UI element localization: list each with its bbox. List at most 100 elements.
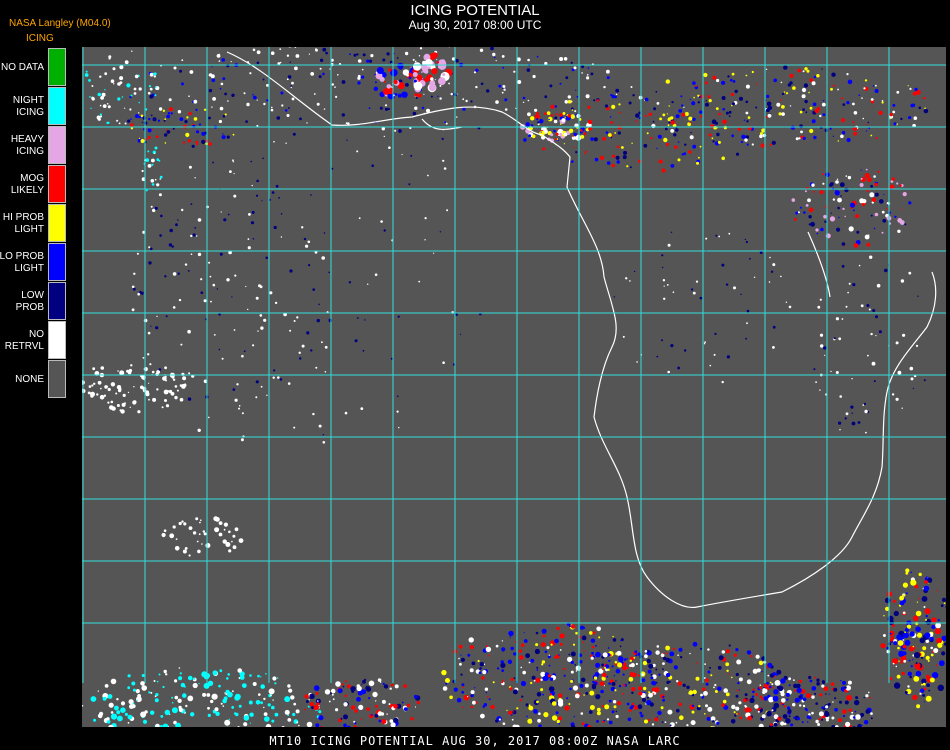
legend-item: MOG LIKELY [0,165,66,204]
icing-speck [130,364,133,367]
icing-speck [179,117,184,121]
icing-speck [100,366,105,370]
icing-speck [356,696,361,702]
icing-speck [565,76,569,80]
icing-speck [530,658,535,663]
icing-speck [878,330,882,334]
icing-speck [557,128,559,130]
icing-speck [615,680,617,682]
icing-speck [112,67,116,71]
icing-speck [931,624,936,630]
icing-speck [583,650,585,652]
icing-speck [519,655,524,660]
icing-speck [537,123,540,126]
icing-speck [84,73,89,77]
icing-speck [682,683,686,687]
icing-speck [417,93,422,98]
icing-speck [219,669,223,673]
icing-speck [173,66,177,70]
icing-speck [922,682,926,686]
icing-speck [671,101,674,104]
icing-speck [335,708,339,712]
icing-speck [776,669,782,675]
icing-speck [521,695,524,698]
icing-speck [631,142,633,144]
icing-speck [663,137,668,143]
icing-speck [178,521,182,526]
icing-speck [501,669,505,672]
icing-speck [195,517,199,521]
icing-speck [232,534,236,538]
icing-speck [585,150,588,153]
icing-speck [288,688,293,693]
legend-label: NONE [15,373,44,385]
icing-speck [853,243,859,248]
icing-speck [731,134,735,138]
icing-speck [596,99,600,102]
icing-speck [99,113,102,116]
icing-speck [818,718,821,721]
icing-speck [424,239,426,241]
icing-speck [924,608,931,615]
icing-speck [294,47,297,48]
icing-speck [164,133,168,137]
icing-speck [602,720,605,723]
icing-speck [838,216,840,219]
icing-speck [852,102,855,106]
icing-speck [602,668,604,671]
icing-speck [147,91,151,95]
icing-speck [289,61,291,63]
icing-speck [832,135,835,137]
icing-speck [536,111,539,115]
icing-speck [110,400,114,404]
icing-speck [848,708,852,712]
icing-speck [606,69,610,74]
icing-speck [762,690,766,694]
icing-speck [651,681,657,686]
icing-speck [347,684,351,689]
icing-speck [356,53,359,56]
icing-speck [341,683,344,686]
icing-speck [128,699,134,705]
icing-speck [625,277,628,280]
icing-speck [768,685,772,689]
icing-speck [152,397,157,402]
icing-speck [665,672,671,678]
icing-speck [591,683,596,688]
icing-speck [749,257,751,260]
icing-speck [579,660,583,664]
icing-speck [575,631,578,635]
icing-speck [758,660,764,666]
icing-speck [384,80,387,83]
icing-speck [328,700,331,703]
icing-speck [127,674,131,678]
icing-speck [85,70,88,73]
icing-speck [773,702,780,709]
icing-speck [889,638,894,642]
icing-speck [470,690,475,695]
icing-speck [728,232,731,235]
icing-speck [672,647,676,651]
icing-speck [845,175,848,177]
icing-speck [526,68,531,72]
icing-speck [619,655,621,657]
icing-speck [370,54,374,58]
icing-speck [714,683,717,687]
icing-speck [910,103,915,108]
icing-speck [455,313,458,316]
icing-speck [187,270,190,272]
icing-speck [644,650,648,653]
icing-speck [925,695,932,702]
icing-speck [783,91,786,93]
icing-speck [564,100,569,104]
icing-speck [873,380,876,383]
icing-speck [412,72,418,77]
icing-speck [290,85,293,87]
icing-speck [348,281,352,284]
icing-speck [394,129,397,132]
legend-swatch [48,48,66,86]
icing-speck [238,704,242,708]
icing-speck [357,59,362,63]
icing-speck [522,101,525,103]
icing-speck [227,100,229,102]
